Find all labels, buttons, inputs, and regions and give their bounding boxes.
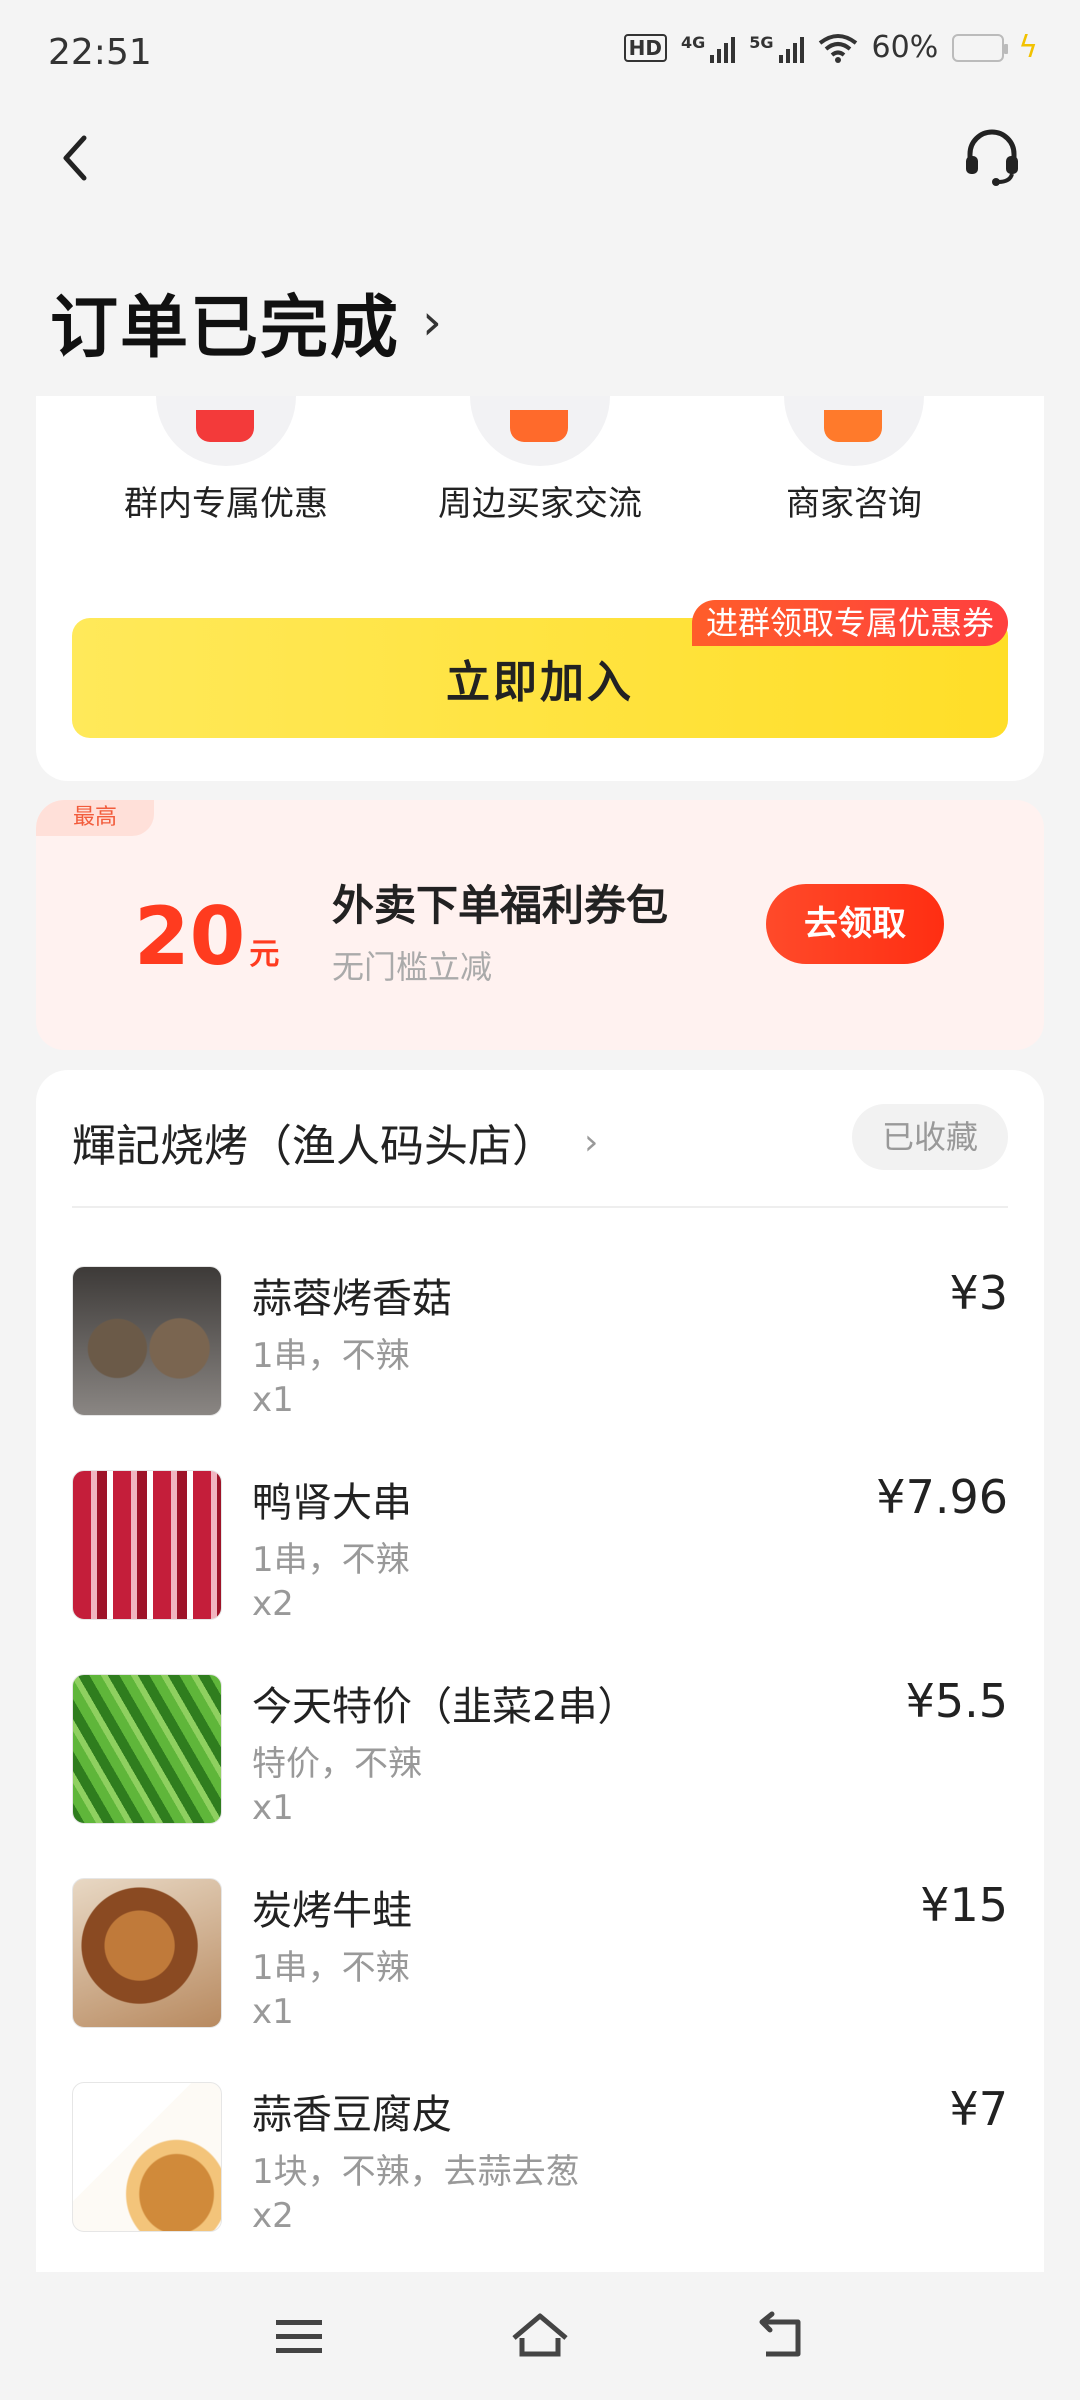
order-item[interactable]: 炭烤牛蛙 1串，不辣 x1 ¥15 (72, 1878, 1008, 2058)
join-promo-tag: 进群领取专属优惠券 (691, 600, 1008, 646)
order-status-row[interactable]: 订单已完成 › (50, 272, 442, 371)
item-image (72, 1470, 222, 1620)
customer-service-icon[interactable] (960, 124, 1024, 188)
item-image (72, 1674, 222, 1824)
feature-label-merchant: 商家咨询 (786, 484, 922, 524)
item-name: 鸭肾大串 (252, 1480, 412, 1526)
divider (72, 1206, 1008, 1208)
back-arrow-icon[interactable] (52, 128, 100, 188)
battery-icon (952, 33, 1009, 62)
hd-voice-icon: HD (623, 33, 667, 62)
coupon-title: 外卖下单福利券包 (332, 881, 669, 930)
feature-label-community: 周边买家交流 (438, 484, 642, 524)
message-icon (784, 396, 924, 466)
store-name: 輝記烧烤（渔人码头店） (72, 1121, 556, 1172)
battery-percent: 60% (871, 30, 939, 65)
group-join-card: 群内专属优惠 周边买家交流 商家咨询 立即加入 进群领取专属优惠券 (36, 396, 1044, 781)
item-quantity: x2 (252, 1584, 294, 1624)
coupon-pack-card[interactable]: 最高 20 元 外卖下单福利券包 无门槛立减 去领取 (36, 800, 1044, 1050)
item-image (72, 1266, 222, 1416)
signal-5g-label: 5G (749, 32, 774, 52)
home-icon[interactable] (508, 2304, 572, 2368)
item-spec: 1块，不辣，去蒜去葱 (252, 2152, 580, 2192)
coupon-amount-value: 20 (134, 890, 246, 983)
signal-4g-icon: 4G (680, 32, 736, 63)
coupon-amount-unit: 元 (249, 937, 280, 972)
order-status-title: 订单已完成 (50, 289, 401, 368)
back-nav-icon[interactable] (748, 2304, 812, 2368)
item-quantity: x1 (252, 1380, 294, 1420)
order-item[interactable]: 蒜香豆腐皮 1块，不辣，去蒜去葱 x2 ¥7 (72, 2082, 1008, 2262)
order-item[interactable]: 蒜蓉烤香菇 1串，不辣 x1 ¥3 (72, 1266, 1008, 1446)
claim-coupon-button[interactable]: 去领取 (766, 884, 944, 964)
charging-icon: ϟ (1018, 30, 1038, 65)
order-item[interactable]: 鸭肾大串 1串，不辣 x2 ¥7.96 (72, 1470, 1008, 1650)
item-quantity: x2 (252, 2196, 294, 2236)
store-order-card: 輝記烧烤（渔人码头店） › 已收藏 蒜蓉烤香菇 1串，不辣 x1 ¥3 鸭肾大串… (36, 1070, 1044, 2400)
order-detail-page: 22:51 HD 4G 5G 60% ϟ 订单已完成 › 群内专属优惠 周边买家… (0, 0, 1080, 2400)
item-quantity: x1 (252, 1992, 294, 2032)
item-spec: 1串，不辣 (252, 1948, 410, 1988)
store-header[interactable]: 輝記烧烤（渔人码头店） › 已收藏 (72, 1104, 1008, 1174)
item-spec: 1串，不辣 (252, 1336, 410, 1376)
join-group-label: 立即加入 (446, 657, 634, 708)
max-tag: 最高 (36, 800, 154, 836)
system-navigation-bar (0, 2272, 1080, 2400)
item-price: ¥5.5 (905, 1674, 1008, 1728)
item-name: 今天特价（韭菜2串） (252, 1684, 638, 1730)
favorite-badge[interactable]: 已收藏 (852, 1104, 1008, 1170)
item-spec: 1串，不辣 (252, 1540, 410, 1580)
item-name: 蒜蓉烤香菇 (252, 1276, 452, 1322)
status-bar: 22:51 HD 4G 5G 60% ϟ (0, 0, 1080, 110)
item-price: ¥7.96 (876, 1470, 1008, 1524)
item-price: ¥15 (920, 1878, 1008, 1932)
item-quantity: x1 (252, 1788, 294, 1828)
status-icons: HD 4G 5G 60% ϟ (623, 30, 1038, 65)
signal-4g-label: 4G (680, 32, 706, 52)
item-image (72, 1878, 222, 2028)
group-feature-icons (36, 396, 1044, 466)
coupon-subtitle: 无门槛立减 (332, 948, 493, 986)
signal-5g-icon: 5G (749, 32, 804, 63)
item-name: 炭烤牛蛙 (252, 1888, 412, 1934)
feature-label-discount: 群内专属优惠 (124, 484, 328, 524)
item-price: ¥7 (949, 2082, 1008, 2136)
item-price: ¥3 (949, 1266, 1008, 1320)
order-item[interactable]: 今天特价（韭菜2串） 特价，不辣 x1 ¥5.5 (72, 1674, 1008, 1854)
status-time: 22:51 (48, 32, 152, 73)
chevron-right-icon: › (584, 1121, 599, 1163)
chat-icon (470, 396, 610, 466)
chevron-right-icon: › (422, 292, 443, 351)
menu-icon[interactable] (268, 2304, 332, 2368)
coupon-amount: 20 元 (134, 890, 279, 983)
item-spec: 特价，不辣 (252, 1744, 422, 1784)
item-image (72, 2082, 222, 2232)
wifi-icon (818, 33, 857, 63)
coupon-icon (156, 396, 296, 466)
item-name: 蒜香豆腐皮 (252, 2092, 452, 2138)
